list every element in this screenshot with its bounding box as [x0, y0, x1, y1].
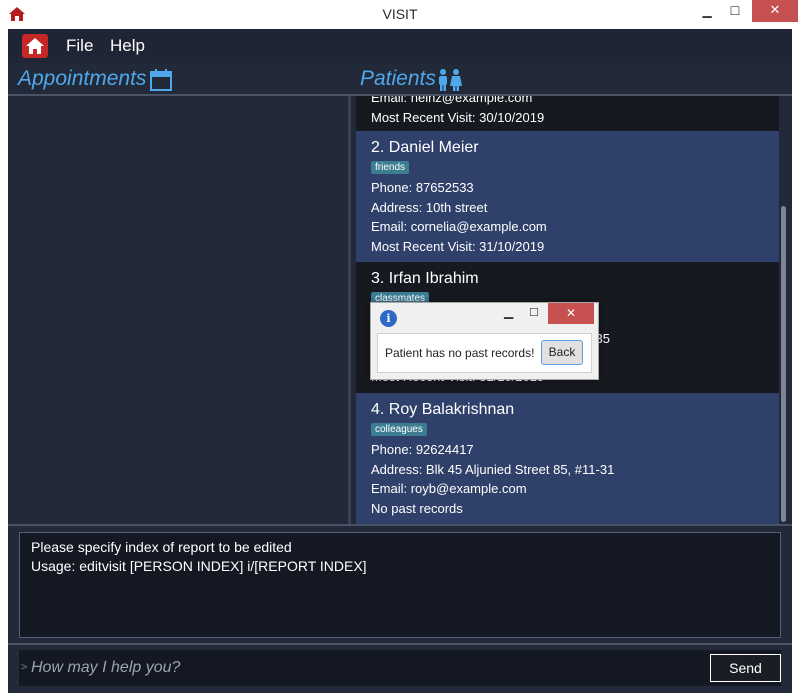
patient-card[interactable]: 2. Daniel Meier friends Phone: 87652533 …: [356, 131, 779, 262]
appointments-header: Appointments: [18, 67, 147, 90]
back-button[interactable]: Back: [541, 340, 583, 365]
panel-divider[interactable]: [348, 96, 351, 524]
window-titlebar: VISIT ▁ ☐ ✕: [0, 0, 800, 29]
command-bar: > Send: [19, 650, 781, 686]
patient-name: 2. Daniel Meier: [371, 139, 479, 156]
patient-email: Email: royb@example.com: [371, 481, 527, 496]
patient-card[interactable]: 4. Roy Balakrishnan colleagues Phone: 92…: [356, 393, 779, 524]
patient-recent-visit: No past records: [371, 500, 463, 516]
patient-recent-visit: Most Recent Visit: 31/10/2019: [371, 238, 545, 254]
home-icon: [22, 34, 48, 58]
patient-address: Address: Blk 45 Aljunied Street 85, #11-…: [371, 461, 615, 477]
patient-phone: Phone: 92624417: [371, 442, 474, 457]
patient-name: 3. Irfan Ibrahim: [371, 270, 479, 287]
send-button[interactable]: Send: [710, 654, 781, 682]
patient-email: Email: cornelia@example.com: [371, 219, 547, 234]
result-display: Please specify index of report to be edi…: [19, 532, 781, 638]
dialog-message: Patient has no past records!: [385, 346, 535, 360]
menu-file[interactable]: File: [66, 36, 93, 56]
patient-phone: Phone: 87652533: [371, 180, 474, 195]
patient-card[interactable]: Email: heinz@example.com Most Recent Vis…: [356, 96, 779, 131]
menu-help[interactable]: Help: [110, 36, 145, 56]
people-icon: [439, 69, 462, 91]
appointments-list[interactable]: [8, 96, 348, 524]
window-bottom-border: [0, 693, 800, 700]
info-icon: i: [380, 310, 397, 327]
calendar-icon: [150, 69, 172, 91]
patient-recent-visit: Most Recent Visit: 30/10/2019: [371, 109, 545, 125]
patient-tag: friends: [371, 161, 410, 174]
command-prompt: >: [21, 660, 28, 673]
patient-name: 4. Roy Balakrishnan: [371, 401, 515, 418]
command-input[interactable]: [31, 654, 691, 682]
maximize-button[interactable]: ☐: [720, 0, 750, 22]
patients-header: Patients: [360, 67, 436, 90]
dialog-maximize-button[interactable]: ☐: [529, 306, 539, 319]
patient-address: Address: 10th street: [371, 199, 488, 215]
patient-tag: colleagues: [371, 423, 427, 436]
patient-email: Email: heinz@example.com: [371, 96, 533, 105]
dialog-close-button[interactable]: ✕: [548, 303, 594, 324]
result-line: Please specify index of report to be edi…: [31, 539, 292, 555]
scrollbar-thumb[interactable]: [781, 206, 786, 522]
window-title: VISIT: [382, 6, 418, 22]
no-records-dialog: i ▁ ☐ ✕ Patient has no past records! Bac…: [370, 302, 599, 380]
dialog-body: Patient has no past records! Back: [377, 333, 592, 373]
close-button[interactable]: ✕: [752, 0, 798, 22]
result-divider[interactable]: [8, 524, 792, 526]
command-divider: [8, 643, 792, 645]
minimize-button[interactable]: ▁: [692, 0, 722, 22]
result-line: Usage: editvisit [PERSON INDEX] i/[REPOR…: [31, 558, 367, 574]
dialog-minimize-button[interactable]: ▁: [504, 305, 513, 319]
menu-bar: File Help: [8, 29, 792, 63]
patients-scrollbar[interactable]: [779, 96, 788, 524]
